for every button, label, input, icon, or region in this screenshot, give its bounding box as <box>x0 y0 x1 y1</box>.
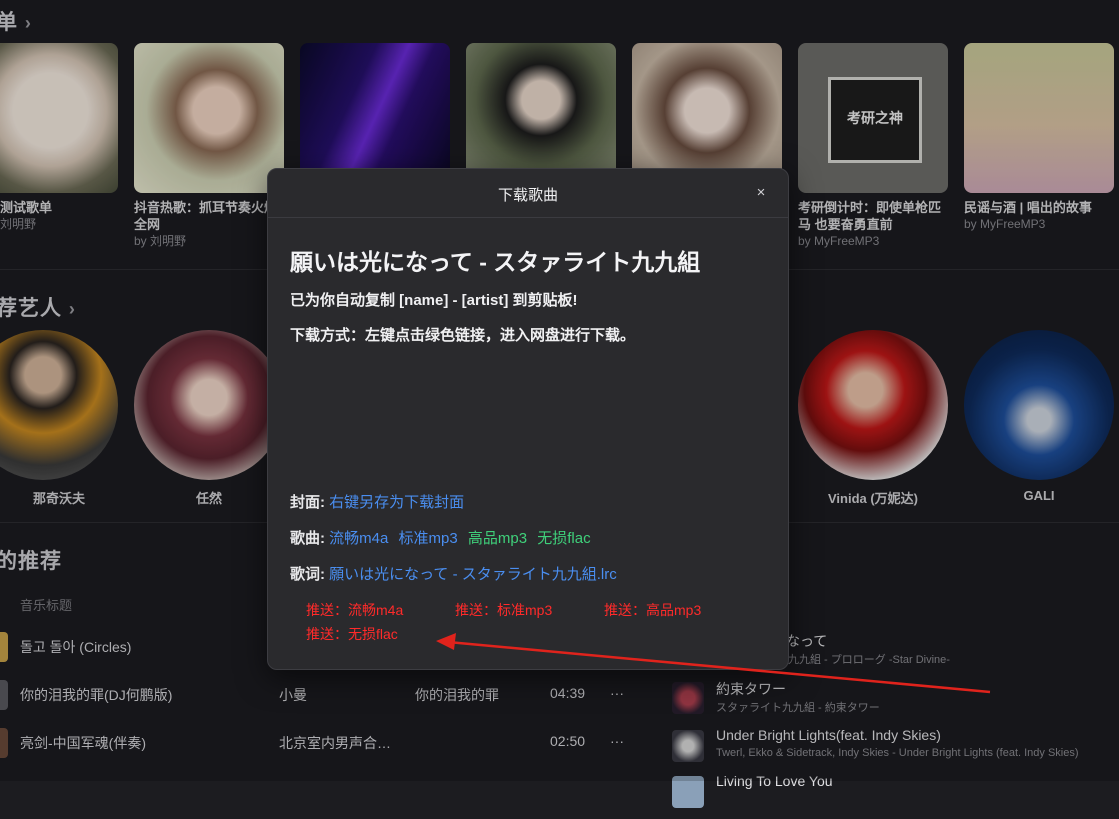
cover-line: 封面: 右键另存为下载封面 <box>290 491 464 512</box>
push-m4a-link[interactable]: 推送：流畅m4a <box>306 600 403 620</box>
link-m4a[interactable]: 流畅m4a <box>329 530 388 547</box>
cover-download-link[interactable]: 右键另存为下载封面 <box>329 494 464 511</box>
song-label: 歌曲: <box>290 530 325 547</box>
download-method-note: 下载方式：左键点击绿色链接，进入网盘进行下载。 <box>290 327 636 344</box>
push-high-mp3-link[interactable]: 推送：高品mp3 <box>604 600 701 620</box>
song-name-heading: 願いは光になって - スタァライト九九組 <box>290 249 701 275</box>
dialog-title: 下载歌曲 <box>497 187 558 204</box>
lyrics-line: 歌词: 願いは光になって - スタァライト九九組.lrc <box>290 563 617 584</box>
dialog-header: 下载歌曲 × <box>268 169 788 218</box>
download-dialog: 下载歌曲 × 願いは光になって - スタァライト九九組 已为你自动复制 [nam… <box>267 168 789 670</box>
push-standard-mp3-link[interactable]: 推送：标准mp3 <box>455 600 552 620</box>
close-icon[interactable]: × <box>750 182 772 204</box>
lyrics-download-link[interactable]: 願いは光になって - スタァライト九九組.lrc <box>329 566 617 583</box>
cover-label: 封面: <box>290 494 325 511</box>
song-links-line: 歌曲: 流畅m4a 标准mp3 高品mp3 无损flac <box>290 527 591 548</box>
link-flac[interactable]: 无损flac <box>537 530 590 547</box>
link-standard-mp3[interactable]: 标准mp3 <box>399 530 458 547</box>
clipboard-note: 已为你自动复制 [name] - [artist] 到剪贴板! <box>290 292 578 309</box>
link-high-mp3[interactable]: 高品mp3 <box>468 530 527 547</box>
push-flac-link[interactable]: 推送：无损flac <box>306 624 398 644</box>
lyrics-label: 歌词: <box>290 566 325 583</box>
